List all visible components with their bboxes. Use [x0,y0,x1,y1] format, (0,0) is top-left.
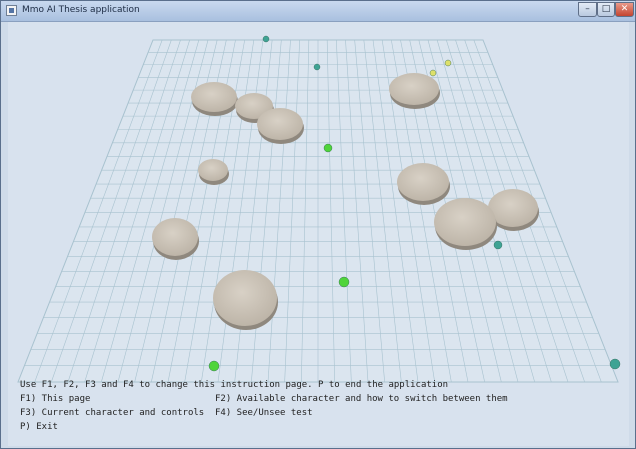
obstacle-cylinder [397,163,450,205]
agent-teal [313,63,321,71]
close-button[interactable]: ✕ [615,2,634,17]
help-exit: P) Exit [20,422,58,432]
help-f1: F1) This page [20,394,91,404]
render-viewport[interactable]: Use F1, F2, F3 and F4 to change this ins… [8,22,629,446]
agent-teal [493,240,503,250]
agent-green [208,360,220,372]
obstacle-cylinder [152,218,199,260]
maximize-button[interactable]: □ [597,2,615,17]
app-icon [6,5,17,16]
title-bar[interactable]: Mmo AI Thesis application – □ ✕ [1,1,635,22]
obstacle-cylinder [389,73,440,109]
agent-yellow [429,69,437,77]
help-f4: F4) See/Unsee test [215,408,313,418]
help-f3: F3) Current character and controls [20,408,205,418]
agent-yellow [444,59,452,67]
obstacle-cylinder [257,108,304,144]
obstacle-cylinder [213,270,278,330]
agent-green [338,276,350,288]
obstacle-cylinder [191,82,238,116]
minimize-button[interactable]: – [578,2,597,17]
obstacle-cylinder [434,198,497,250]
app-window: Mmo AI Thesis application – □ ✕ Use F1, … [0,0,636,449]
obstacle-cylinder [198,159,229,185]
help-f2: F2) Available character and how to switc… [215,394,508,404]
instruction-line: Use F1, F2, F3 and F4 to change this ins… [20,380,449,390]
agent-green [323,143,333,153]
window-title: Mmo AI Thesis application [22,5,140,15]
agent-teal [262,35,270,43]
agent-teal [609,358,621,370]
